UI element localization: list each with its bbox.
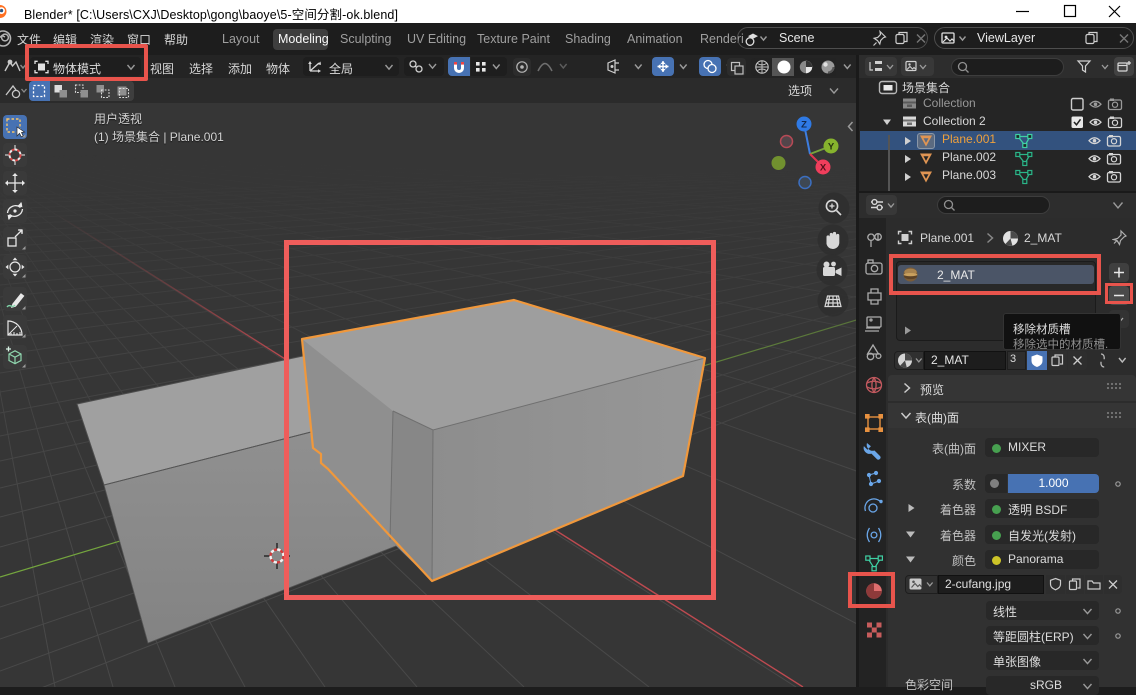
svg-text:Y: Y xyxy=(828,142,835,153)
svg-text:Z: Z xyxy=(801,120,807,131)
svg-text:X: X xyxy=(820,163,827,174)
